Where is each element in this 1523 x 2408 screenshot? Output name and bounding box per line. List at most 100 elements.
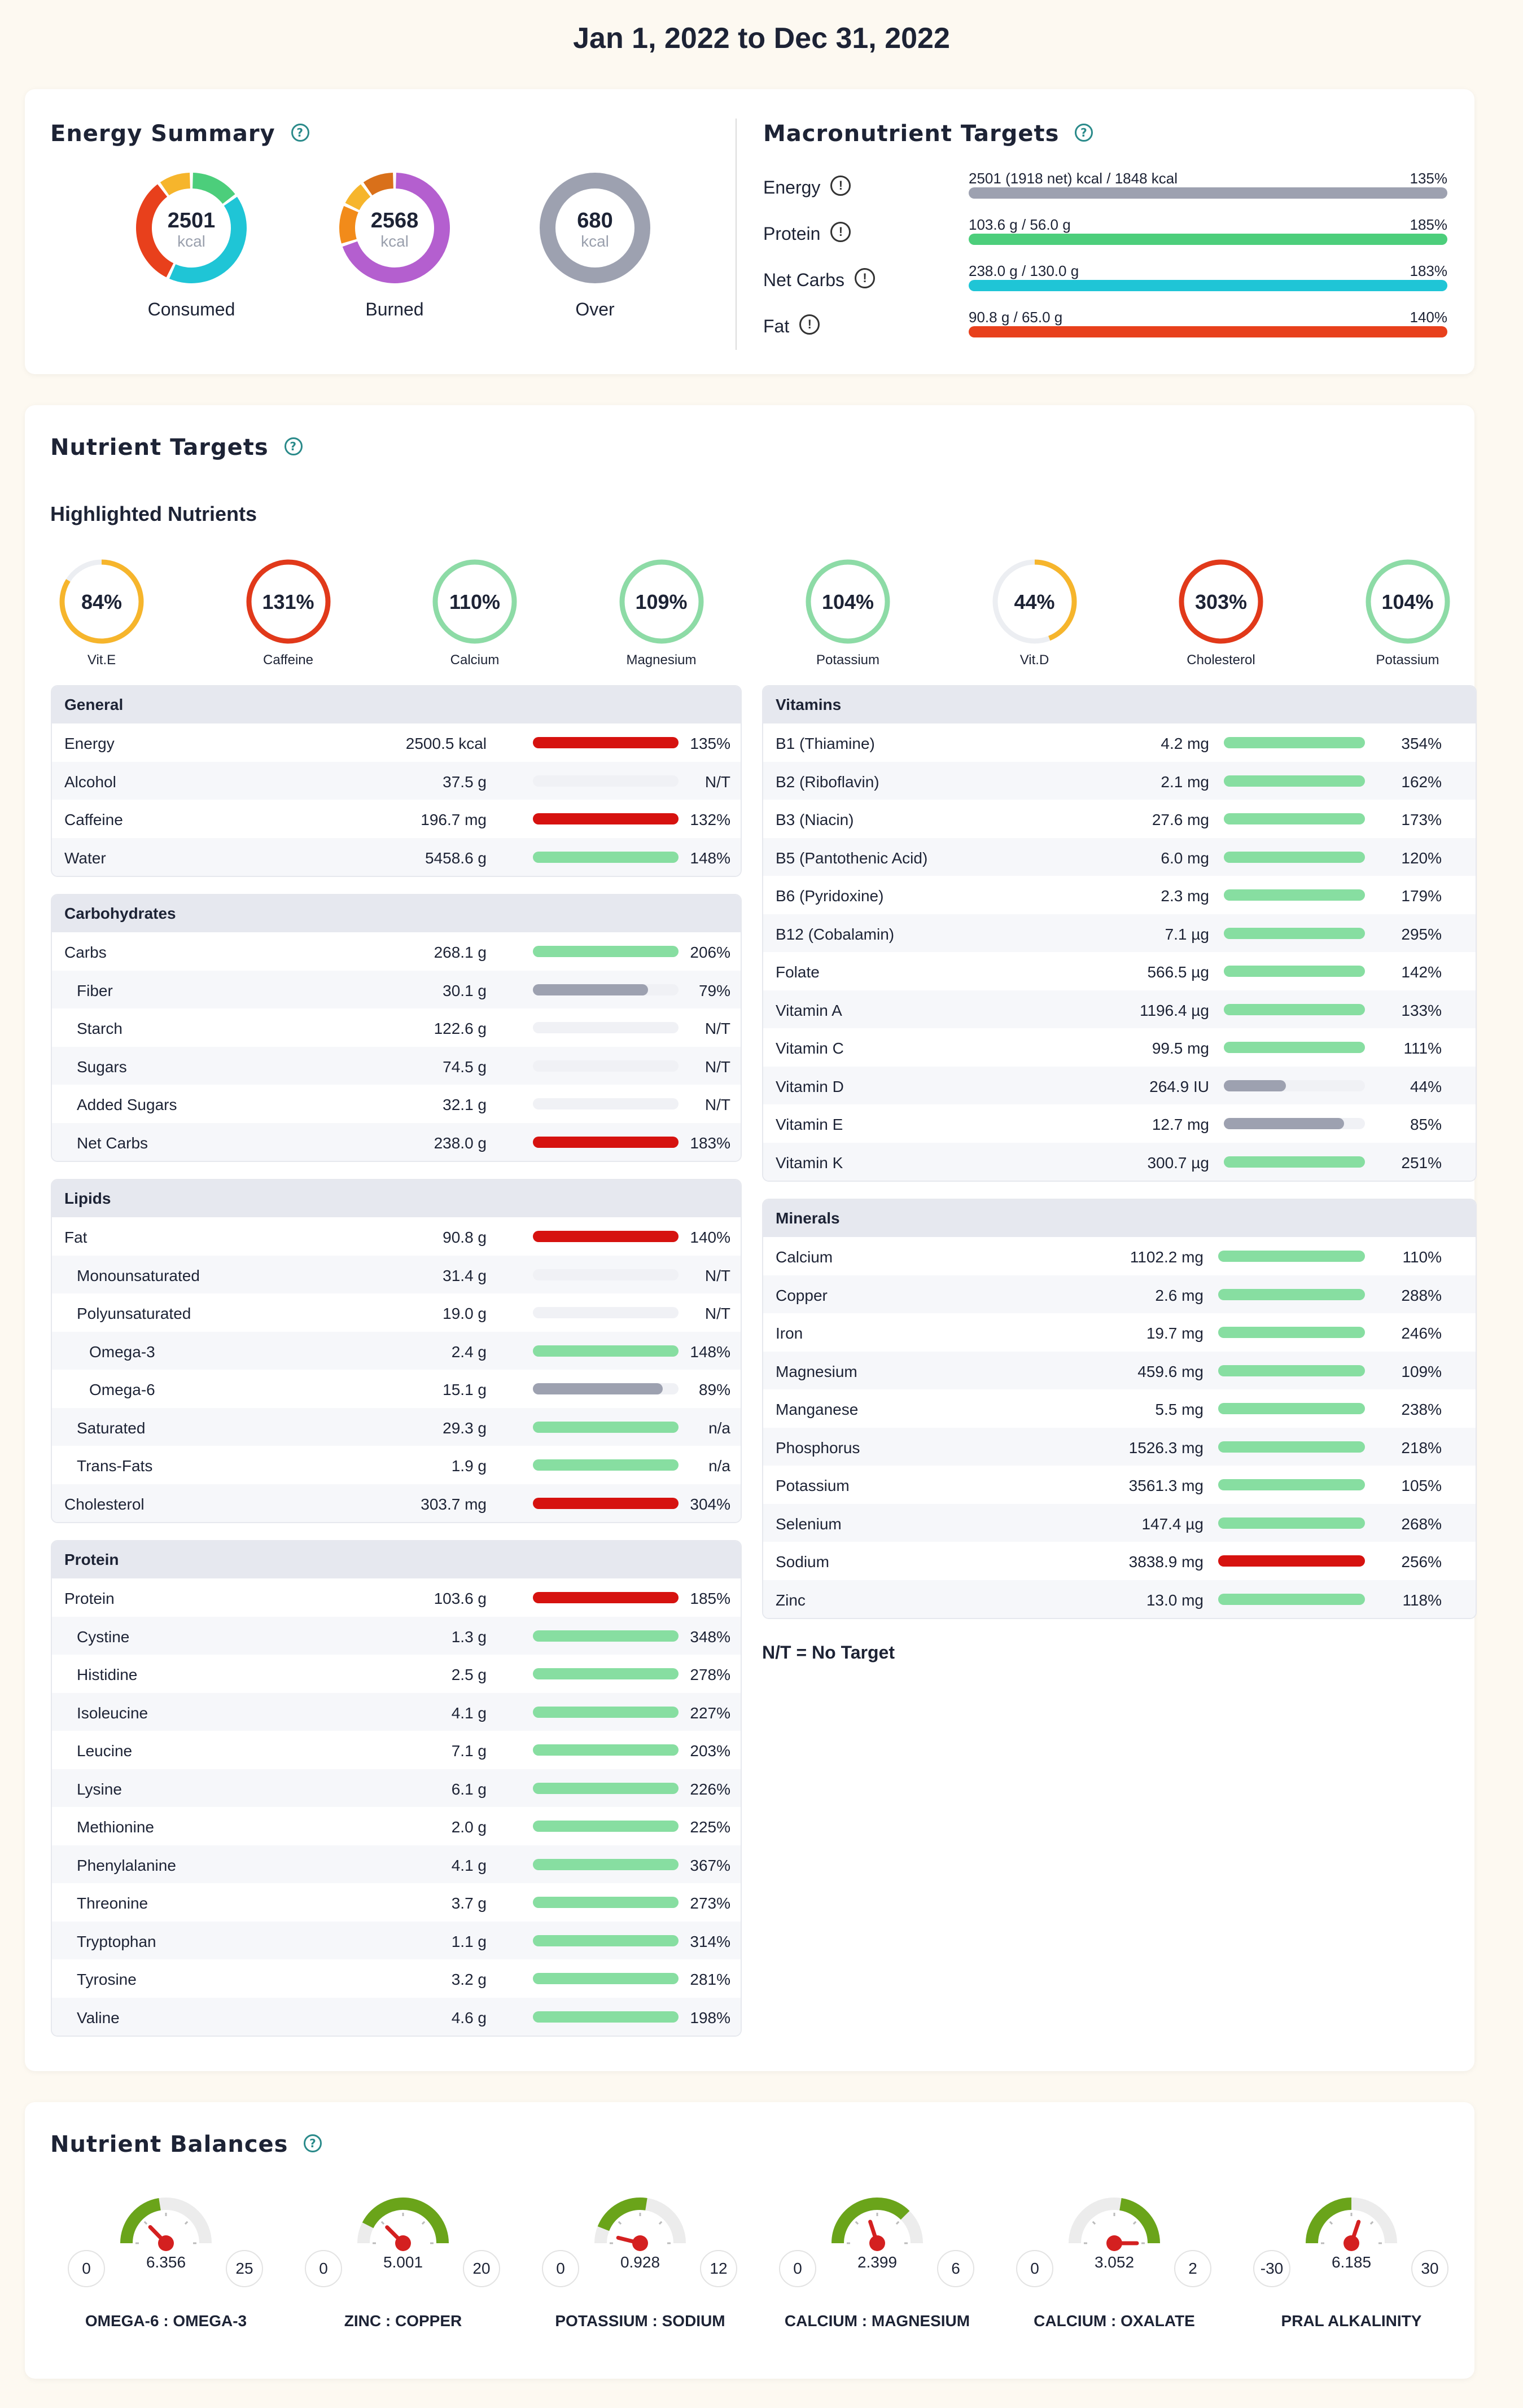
gauge-tick xyxy=(1329,2221,1333,2225)
gauge-label: OMEGA-6 : OMEGA-3 xyxy=(85,2312,247,2330)
nutrient-amount: 2.3 mg xyxy=(1161,887,1209,905)
nutrient-amount: 5458.6 g xyxy=(425,849,487,867)
progress-fill xyxy=(533,1782,679,1794)
nutrient-percent: n/a xyxy=(708,1419,730,1437)
progress-fill xyxy=(533,1592,679,1603)
progress-fill xyxy=(533,737,679,748)
nutrient-amount: 7.1 g xyxy=(451,1742,487,1760)
nutrient-name: B5 (Pantothenic Acid) xyxy=(776,849,928,867)
nutrient-amount: 1102.2 mg xyxy=(1130,1248,1203,1266)
highlight-percent: 109% xyxy=(635,590,688,613)
nutrient-amount: 566.5 µg xyxy=(1147,963,1209,981)
nutrient-percent: N/T xyxy=(704,773,730,791)
balance-gauge: 2.399 0 6 CALCIUM : MAGNESIUM xyxy=(779,2181,974,2330)
date-range-title: Jan 1, 2022 to Dec 31, 2022 xyxy=(573,22,950,55)
progress-fill xyxy=(1218,1593,1365,1605)
nutrient-percent: 79% xyxy=(698,981,730,999)
gauge-tick xyxy=(618,2221,622,2225)
progress-track xyxy=(1218,1365,1365,1376)
info-circle-icon[interactable]: ! xyxy=(799,314,820,335)
nutrient-amount: 303.7 mg xyxy=(421,1495,487,1513)
gauge-max: 2 xyxy=(1174,2250,1211,2287)
highlight-percent: 44% xyxy=(1014,590,1055,613)
nutrient-name: Threonine xyxy=(77,1894,148,1912)
progress-fill xyxy=(533,2011,679,2023)
question-circle-icon[interactable]: ? xyxy=(304,2134,322,2152)
progress-track xyxy=(533,1782,679,1794)
question-circle-icon[interactable]: ? xyxy=(284,437,303,455)
table-row: Iron 19.7 mg 246% xyxy=(763,1313,1476,1352)
progress-track xyxy=(1218,1327,1365,1338)
table-row: Monounsaturated 31.4 g N/T xyxy=(52,1255,741,1293)
gauge-tick xyxy=(855,2221,859,2225)
table-row: Phosphorus 1526.3 mg 218% xyxy=(763,1427,1476,1466)
nutrient-percent: 218% xyxy=(1401,1438,1442,1457)
nutrient-table-lipids: Lipids Fat 90.8 g 140% Monounsaturated 31.4 g… xyxy=(51,1179,742,1523)
table-row: Caffeine 196.7 mg 132% xyxy=(52,800,741,838)
gauge-max: 30 xyxy=(1411,2250,1448,2287)
progress-fill xyxy=(533,984,648,995)
nutrient-amount: 2.5 g xyxy=(451,1666,487,1683)
nutrient-percent: 105% xyxy=(1401,1477,1442,1494)
highlight-label: Magnesium xyxy=(626,652,697,668)
table-row: Fiber 30.1 g 79% xyxy=(52,970,741,1008)
nutrient-amount: 196.7 mg xyxy=(421,811,487,828)
burned-label: Burned xyxy=(365,299,424,319)
nutrient-percent: 142% xyxy=(1401,963,1442,981)
macro-label-text: Fat xyxy=(763,316,790,336)
nutrient-name: B3 (Niacin) xyxy=(776,811,854,828)
table-header: Vitamins xyxy=(763,686,1476,723)
progress-track xyxy=(1218,1441,1365,1453)
gauge-hub xyxy=(1106,2235,1122,2251)
gauge-label: ZINC : COPPER xyxy=(344,2312,462,2330)
progress-track xyxy=(533,775,679,787)
highlight-label: Caffeine xyxy=(263,652,313,668)
gauge-min: 0 xyxy=(542,2250,579,2287)
nutrient-percent: N/T xyxy=(704,1266,730,1284)
progress-fill xyxy=(1224,966,1365,977)
gauge-min: 0 xyxy=(68,2250,105,2287)
nutrient-balances-card: Nutrient Balances? 6.356 0 25 OMEGA-6 : OME… xyxy=(25,2102,1474,2379)
nutrient-amount: 2.6 mg xyxy=(1155,1286,1203,1304)
info-circle-icon[interactable]: ! xyxy=(830,175,851,196)
nutrient-amount: 99.5 mg xyxy=(1152,1039,1209,1057)
nutrient-name: Methionine xyxy=(77,1818,154,1836)
table-row: Copper 2.6 mg 288% xyxy=(763,1275,1476,1313)
macro-value-text: 2501 (1918 net) kcal / 1848 kcal xyxy=(969,170,1178,187)
nutrient-percent: 185% xyxy=(690,1590,730,1607)
macro-progress-bar xyxy=(969,187,1447,199)
progress-track xyxy=(533,2011,679,2023)
progress-fill xyxy=(1224,775,1365,787)
progress-track xyxy=(1224,1003,1365,1015)
nutrient-amount: 3561.3 mg xyxy=(1128,1477,1203,1494)
gauge-min: 0 xyxy=(779,2250,816,2287)
nutrient-percent: 132% xyxy=(690,811,730,828)
progress-fill xyxy=(1224,889,1365,901)
nutrient-name: Leucine xyxy=(77,1742,133,1760)
progress-track xyxy=(1224,1042,1365,1053)
gauge-value: 5.001 xyxy=(383,2253,423,2271)
table-row: Tyrosine 3.2 g 281% xyxy=(52,1959,741,1998)
progress-track xyxy=(533,1383,679,1394)
nutrient-percent: N/T xyxy=(704,1096,730,1113)
burned-segment-2 xyxy=(345,184,371,210)
nutrient-percent: 304% xyxy=(690,1495,730,1513)
question-circle-icon[interactable]: ? xyxy=(1075,124,1093,142)
info-circle-icon[interactable]: ! xyxy=(830,221,851,242)
question-circle-icon[interactable]: ? xyxy=(291,124,309,142)
nutrient-table-minerals: Minerals Calcium 1102.2 mg 110% Copper 2.6 mg… xyxy=(762,1199,1477,1619)
table-row: Valine 4.6 g 198% xyxy=(52,1997,741,2036)
progress-track xyxy=(533,1858,679,1870)
nutrient-amount: 300.7 µg xyxy=(1147,1153,1209,1172)
energy-summary-card: Energy Summary? 2501 kcal Consumed 2568 … xyxy=(25,89,1474,374)
nutrient-table-vitamins: Vitamins B1 (Thiamine) 4.2 mg 354% B2 (Ribof… xyxy=(762,685,1477,1182)
progress-fill xyxy=(533,813,679,824)
burned-value: 2568 xyxy=(370,209,419,233)
nutrient-amount: 122.6 g xyxy=(434,1020,487,1037)
consumed-value: 2501 xyxy=(167,209,216,233)
nutrient-name: Cholesterol xyxy=(64,1495,145,1513)
gauge-green-zone xyxy=(120,2198,161,2244)
nutrient-percent: 273% xyxy=(690,1894,730,1912)
nutrient-percent: 183% xyxy=(690,1134,730,1152)
info-circle-icon[interactable]: ! xyxy=(855,267,876,288)
